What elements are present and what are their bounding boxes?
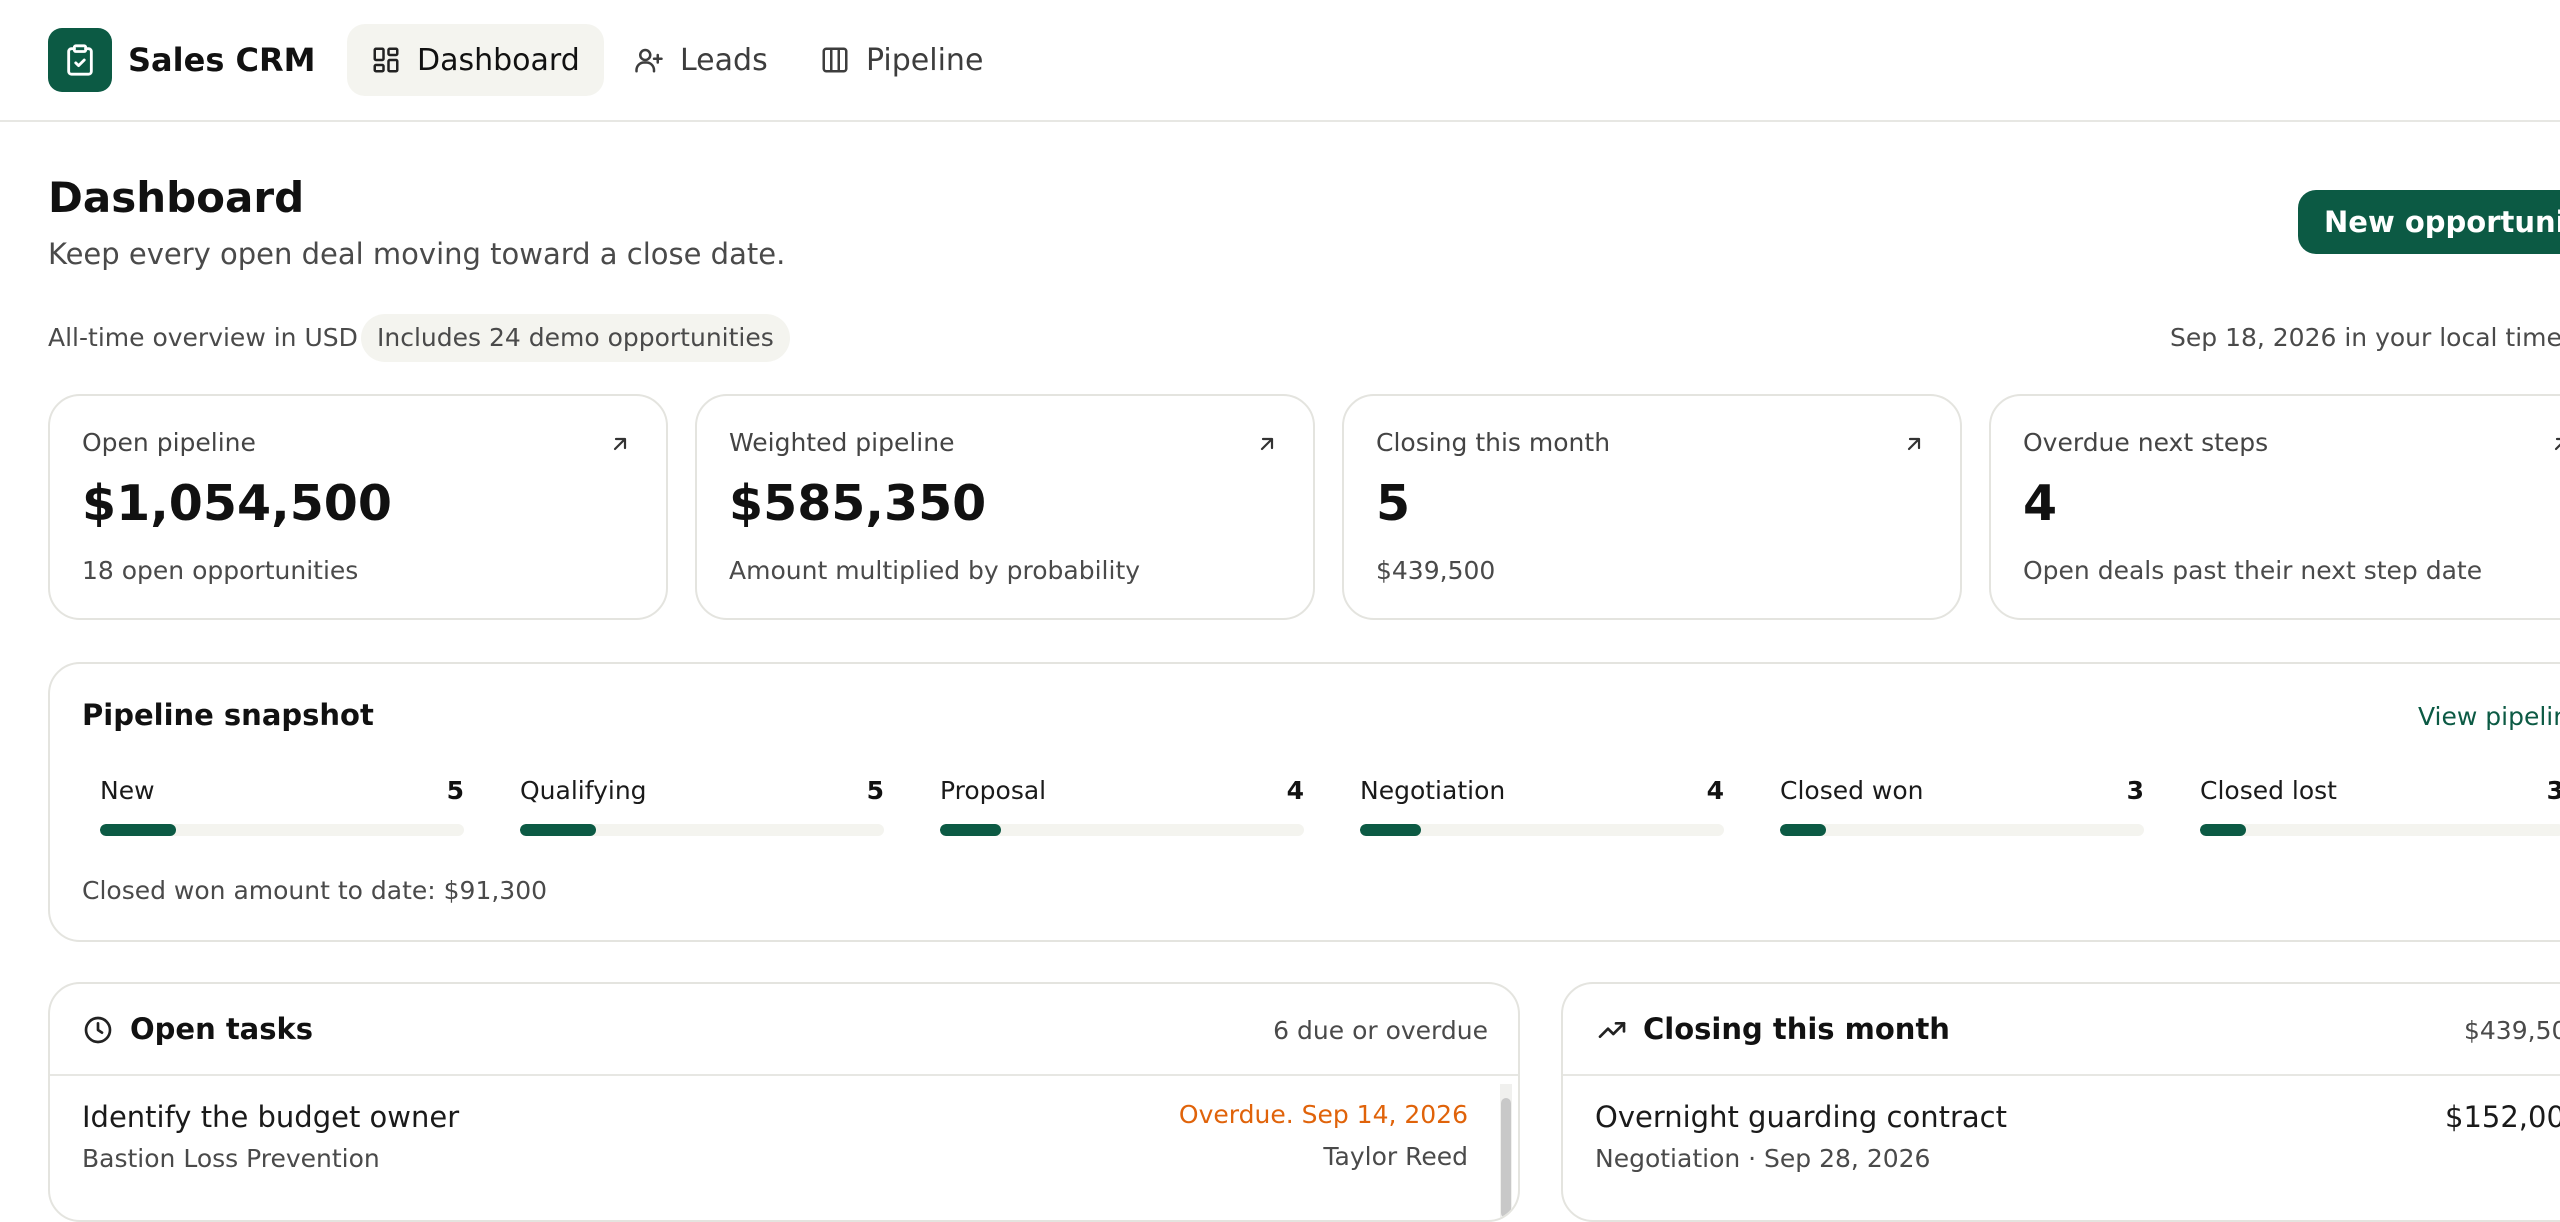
- deal-amount: $152,000: [2445, 1100, 2560, 1134]
- stage-qualifying[interactable]: Qualifying 5: [520, 776, 884, 836]
- app-name[interactable]: Sales CRM: [128, 38, 315, 82]
- stage-progress-track: [520, 824, 884, 836]
- stat-card-overdue-next-steps[interactable]: Overdue next steps 4 Open deals past the…: [1989, 394, 2560, 620]
- stage-name: Proposal: [940, 776, 1047, 805]
- stat-label: Weighted pipeline: [729, 428, 955, 457]
- tab-dashboard-label: Dashboard: [417, 42, 580, 78]
- open-tasks-summary: 6 due or overdue: [1273, 1016, 1488, 1045]
- pipeline-snapshot-title: Pipeline snapshot: [82, 698, 374, 732]
- arrow-up-right-icon: [613, 437, 627, 451]
- user-plus-icon: [635, 48, 663, 73]
- open-tasks-title: Open tasks: [130, 1012, 314, 1046]
- stage-count: 4: [1706, 776, 1724, 805]
- stat-card-open-pipeline[interactable]: Open pipeline $1,054,500 18 open opportu…: [48, 394, 668, 620]
- stat-value: $1,054,500: [82, 475, 392, 532]
- stage-name: Closed won: [1780, 776, 1924, 805]
- stage-name: New: [100, 776, 155, 805]
- arrow-up-right-icon: [1907, 437, 1921, 451]
- stage-count: 3: [2126, 776, 2144, 805]
- task-owner: Taylor Reed: [1323, 1142, 1468, 1171]
- closing-this-month-panel: Closing this month $439,500 Overnight gu…: [1561, 982, 2560, 1222]
- task-due-date: Overdue. Sep 14, 2026: [1178, 1100, 1468, 1129]
- tab-pipeline-label: Pipeline: [866, 42, 984, 78]
- stage-progress-fill: [1360, 824, 1421, 836]
- stage-name: Closed lost: [2200, 776, 2337, 805]
- scrollbar-thumb[interactable]: [1501, 1098, 1511, 1218]
- stage-progress-track: [1780, 824, 2144, 836]
- stage-new[interactable]: New 5: [100, 776, 464, 836]
- arrow-up-right-icon: [2554, 437, 2560, 451]
- open-tasks-panel: Open tasks 6 due or overdue Identify the…: [48, 982, 1520, 1222]
- stat-label: Open pipeline: [82, 428, 256, 457]
- task-account: Bastion Loss Prevention: [82, 1144, 380, 1173]
- task-list-scrollbar[interactable]: [1500, 1084, 1512, 1220]
- stage-negotiation[interactable]: Negotiation 4: [1360, 776, 1724, 836]
- stage-progress-fill: [100, 824, 176, 836]
- tab-dashboard[interactable]: Dashboard: [347, 24, 604, 96]
- stage-progress-track: [1360, 824, 1724, 836]
- panel-header: Open tasks 6 due or overdue: [50, 984, 1518, 1076]
- stat-value: $585,350: [729, 475, 987, 532]
- tab-pipeline[interactable]: Pipeline: [812, 24, 991, 96]
- panel-header: Closing this month $439,500: [1563, 984, 2560, 1076]
- stage-count: 5: [446, 776, 464, 805]
- view-pipeline-link[interactable]: View pipeline: [2418, 702, 2560, 731]
- stage-progress-track: [2200, 824, 2560, 836]
- stage-closed-won[interactable]: Closed won 3: [1780, 776, 2144, 836]
- stage-count: 5: [866, 776, 884, 805]
- stat-label: Overdue next steps: [2023, 428, 2269, 457]
- stage-progress-track: [100, 824, 464, 836]
- tab-leads-label: Leads: [680, 42, 768, 78]
- stage-name: Qualifying: [520, 776, 647, 805]
- stat-note: 18 open opportunities: [82, 556, 359, 585]
- stage-progress-fill: [940, 824, 1001, 836]
- stat-card-weighted-pipeline[interactable]: Weighted pipeline $585,350 Amount multip…: [695, 394, 1315, 620]
- stage-progress-fill: [520, 824, 596, 836]
- trending-up-icon: [1598, 1022, 1626, 1038]
- pipeline-snapshot-card: Pipeline snapshot View pipeline New 5 Qu…: [48, 662, 2560, 942]
- stat-value: 4: [2023, 475, 2058, 532]
- stage-name: Negotiation: [1360, 776, 1506, 805]
- stage-progress-fill: [1780, 824, 1826, 836]
- overview-label: All-time overview in USD: [48, 323, 358, 352]
- clock-icon: [84, 1016, 112, 1044]
- stage-proposal[interactable]: Proposal 4: [940, 776, 1304, 836]
- top-navigation-bar: Sales CRM Dashboard Leads Pipeline: [0, 0, 2560, 122]
- clipboard-check-icon[interactable]: [48, 28, 112, 92]
- stat-label: Closing this month: [1376, 428, 1611, 457]
- deal-stage-date: Negotiation · Sep 28, 2026: [1595, 1144, 1931, 1173]
- stat-note: $439,500: [1376, 556, 1496, 585]
- page-subtitle: Keep every open deal moving toward a clo…: [48, 237, 786, 271]
- stage-progress-fill: [2200, 824, 2246, 836]
- demo-data-badge: Includes 24 demo opportunities: [361, 314, 790, 362]
- stage-count: 4: [1286, 776, 1304, 805]
- task-title: Identify the budget owner: [82, 1100, 460, 1134]
- stat-note: Amount multiplied by probability: [729, 556, 1141, 585]
- stat-value: 5: [1376, 475, 1411, 532]
- tab-leads[interactable]: Leads: [626, 24, 776, 96]
- page-title: Dashboard: [48, 173, 305, 222]
- stat-note: Open deals past their next step date: [2023, 556, 2483, 585]
- stage-progress-track: [940, 824, 1304, 836]
- new-opportunity-button[interactable]: New opportunity: [2298, 190, 2560, 254]
- stage-closed-lost[interactable]: Closed lost 3: [2200, 776, 2560, 836]
- closed-won-amount-note: Closed won amount to date: $91,300: [82, 876, 548, 905]
- deal-title: Overnight guarding contract: [1595, 1100, 2007, 1134]
- stat-card-closing-this-month[interactable]: Closing this month 5 $439,500: [1342, 394, 1962, 620]
- closing-month-title: Closing this month: [1643, 1012, 1950, 1046]
- stage-count: 3: [2546, 776, 2560, 805]
- columns-icon: [822, 47, 848, 73]
- date-note: Sep 18, 2026 in your local time zone: [2170, 323, 2560, 352]
- dashboard-grid-icon: [373, 47, 399, 73]
- arrow-up-right-icon: [1260, 437, 1274, 451]
- closing-month-total: $439,500: [2464, 1016, 2560, 1045]
